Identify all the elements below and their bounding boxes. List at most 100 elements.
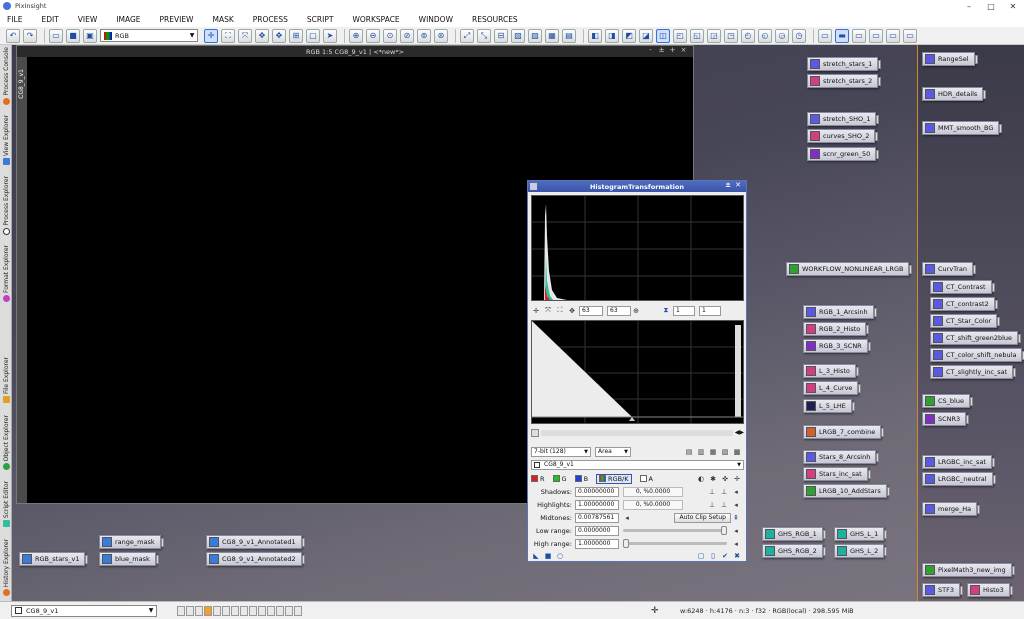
process-icon-handle[interactable] bbox=[876, 115, 880, 124]
close-button[interactable]: ✕ bbox=[1002, 2, 1024, 11]
process-icon-lrgbc-inc-sat[interactable]: LRGBC_inc_sat bbox=[922, 455, 995, 469]
nav-cell-active[interactable] bbox=[204, 605, 212, 616]
channel-rgbk[interactable]: RGB/K bbox=[596, 473, 632, 484]
process-icon-handle[interactable] bbox=[160, 538, 164, 547]
apply-check-icon[interactable]: ✔ bbox=[720, 551, 730, 561]
channel-b[interactable]: B bbox=[574, 475, 588, 483]
menu-view[interactable]: VIEW bbox=[78, 15, 98, 24]
process-icon-ghs-rgb-2[interactable]: GHS_RGB_2 bbox=[762, 544, 826, 558]
channel-a[interactable]: A bbox=[639, 475, 653, 483]
nav-cell[interactable] bbox=[258, 605, 266, 616]
process-icon-handle[interactable] bbox=[876, 453, 880, 462]
view-ops-icon[interactable]: ▭ bbox=[49, 28, 63, 43]
process-icon-handle[interactable] bbox=[155, 555, 159, 564]
process-icon-stretch-sho-1[interactable]: stretch_SHO_1 bbox=[807, 112, 880, 126]
process-icon-lrgb-10-addstars[interactable]: LRGB_10_AddStars bbox=[803, 484, 890, 498]
process-icon-curves-sho-2[interactable]: curves_SHO_2 bbox=[807, 129, 879, 143]
histogram-h-scrollbar[interactable] bbox=[541, 429, 733, 436]
process-a-icon[interactable]: ◧ bbox=[588, 28, 602, 43]
bit-depth-select[interactable]: 7-bit (128) ▼ bbox=[531, 446, 591, 457]
process-icon-ct-contrast2[interactable]: CT_contrast2 bbox=[930, 297, 998, 311]
process-i-icon[interactable]: ◳ bbox=[724, 28, 738, 43]
process-icon-handle[interactable] bbox=[873, 308, 877, 317]
low-range-slider[interactable] bbox=[623, 526, 727, 535]
graph-style-c-icon[interactable]: ▦ bbox=[708, 447, 718, 457]
zoom-in-icon[interactable]: ⊕ bbox=[349, 28, 363, 43]
scale-b-field[interactable]: 1 bbox=[699, 305, 721, 316]
mask-icon[interactable]: ▧ bbox=[511, 28, 525, 43]
process-icon-handle[interactable] bbox=[969, 397, 973, 406]
readout-icon[interactable]: ⊞ bbox=[289, 28, 303, 43]
apply-icon[interactable]: ■ bbox=[543, 551, 553, 561]
pointer-icon[interactable]: ➤ bbox=[323, 28, 337, 43]
color-channel-icon[interactable]: ■ bbox=[66, 28, 80, 43]
process-icon-workflow-nonlinear-lrgb[interactable]: WORKFLOW_NONLINEAR_LRGB bbox=[786, 262, 913, 276]
process-icon-handle[interactable] bbox=[878, 77, 882, 86]
process-m-icon[interactable]: ◷ bbox=[792, 28, 806, 43]
process-e-icon[interactable]: ◫ bbox=[656, 28, 670, 43]
process-icon-blue-mask[interactable]: blue_mask bbox=[99, 552, 159, 566]
nav-cell[interactable] bbox=[186, 605, 194, 616]
channel-select[interactable]: RGB ▼ bbox=[100, 29, 198, 42]
process-icon-handle[interactable] bbox=[867, 342, 871, 351]
process-icon-handle[interactable] bbox=[855, 367, 859, 376]
view-navigator[interactable] bbox=[177, 605, 303, 616]
midtones-field[interactable]: 0.00787561 bbox=[575, 512, 619, 523]
histogram-titlebar[interactable]: HistogramTransformation ± ✕ bbox=[528, 181, 746, 192]
process-icon-stretch-stars-1[interactable]: stretch_stars_1 bbox=[807, 57, 882, 71]
nav-cell[interactable] bbox=[240, 605, 248, 616]
display-icon[interactable]: ▭ bbox=[852, 28, 866, 43]
process-icon-ct-slightly-inc-sat[interactable]: CT_slightly_inc_sat bbox=[930, 365, 1017, 379]
output-scrollbar[interactable] bbox=[735, 325, 741, 417]
apply-global-icon[interactable]: ○ bbox=[555, 551, 565, 561]
channel-g[interactable]: G bbox=[552, 475, 567, 483]
crosshair-icon[interactable]: ✛ bbox=[204, 28, 218, 43]
shadows-reset-icon[interactable]: ◂ bbox=[731, 487, 741, 497]
process-icon-handle[interactable] bbox=[977, 505, 981, 514]
tab-process-explorer[interactable]: Process Explorer bbox=[1, 176, 11, 235]
status-view-select[interactable]: CG8_9_v1 ▼ bbox=[11, 604, 157, 617]
process-icon-handle[interactable] bbox=[867, 470, 871, 479]
input-histogram-graph[interactable] bbox=[531, 195, 744, 301]
menu-window[interactable]: WINDOW bbox=[419, 15, 453, 24]
scale-a-field[interactable]: 1 bbox=[673, 305, 695, 316]
process-d-icon[interactable]: ◪ bbox=[639, 28, 653, 43]
pan-icon[interactable]: ✥ bbox=[567, 306, 577, 316]
shade-button[interactable]: - bbox=[645, 46, 656, 54]
fit-width-icon[interactable]: ⤡ bbox=[477, 28, 491, 43]
highlights-auto-icon[interactable]: ⊥ bbox=[707, 500, 717, 510]
process-icon-cg8-9-v1-annotated1[interactable]: CG8_9_v1_Annotated1 bbox=[206, 535, 305, 549]
graph-style-b-icon[interactable]: ▥ bbox=[696, 447, 706, 457]
zoom-icon[interactable]: ⊕ bbox=[631, 306, 641, 316]
process-icon-ct-shift-green2blue[interactable]: CT_shift_green2blue bbox=[930, 331, 1022, 345]
window-tile-icon[interactable]: ▦ bbox=[545, 28, 559, 43]
process-icon-handle[interactable] bbox=[301, 538, 305, 547]
process-icon-rgb-stars-v1[interactable]: RGB_stars_v1 bbox=[19, 552, 89, 566]
process-icon-handle[interactable] bbox=[851, 402, 855, 411]
process-icon-stars-8-arcsinh[interactable]: Stars_8_Arcsinh bbox=[803, 450, 880, 464]
highlights-reset-icon[interactable]: ◂ bbox=[731, 500, 741, 510]
nav-cell[interactable] bbox=[294, 605, 302, 616]
menu-preview[interactable]: PREVIEW bbox=[160, 15, 194, 24]
window-cascade-icon[interactable]: ▤ bbox=[562, 28, 576, 43]
process-c-icon[interactable]: ◩ bbox=[622, 28, 636, 43]
low-range-field[interactable]: 0.0000000 bbox=[575, 525, 619, 536]
process-icon-handle[interactable] bbox=[974, 55, 978, 64]
process-h-icon[interactable]: ◲ bbox=[707, 28, 721, 43]
crosshair-icon[interactable]: ✛ bbox=[732, 474, 742, 484]
display-red-icon[interactable]: ▭ bbox=[869, 28, 883, 43]
tab-history-explorer[interactable]: History Explorer bbox=[1, 539, 11, 597]
image-window-titlebar[interactable]: RGB 1:5 CG8_9_v1 | <*new*> - ± + × bbox=[17, 46, 693, 57]
process-icon-handle[interactable] bbox=[959, 586, 963, 595]
histogram-transformation-window[interactable]: HistogramTransformation ± ✕ ✛ ⤧ ⛶ ✥ 63 6… bbox=[527, 180, 747, 562]
midtones-marker[interactable] bbox=[629, 417, 635, 421]
process-icon-handle[interactable] bbox=[997, 317, 1001, 326]
close-process-icon[interactable]: ✖ bbox=[732, 551, 742, 561]
zoom-out-icon[interactable]: ⊖ bbox=[366, 28, 380, 43]
menu-script[interactable]: SCRIPT bbox=[307, 15, 334, 24]
process-icon-handle[interactable] bbox=[886, 487, 890, 496]
close-icon[interactable]: ✕ bbox=[733, 181, 743, 189]
process-icon-merge-ha[interactable]: merge_Ha bbox=[922, 502, 981, 516]
process-f-icon[interactable]: ◰ bbox=[673, 28, 687, 43]
process-icon-handle[interactable] bbox=[884, 530, 888, 539]
